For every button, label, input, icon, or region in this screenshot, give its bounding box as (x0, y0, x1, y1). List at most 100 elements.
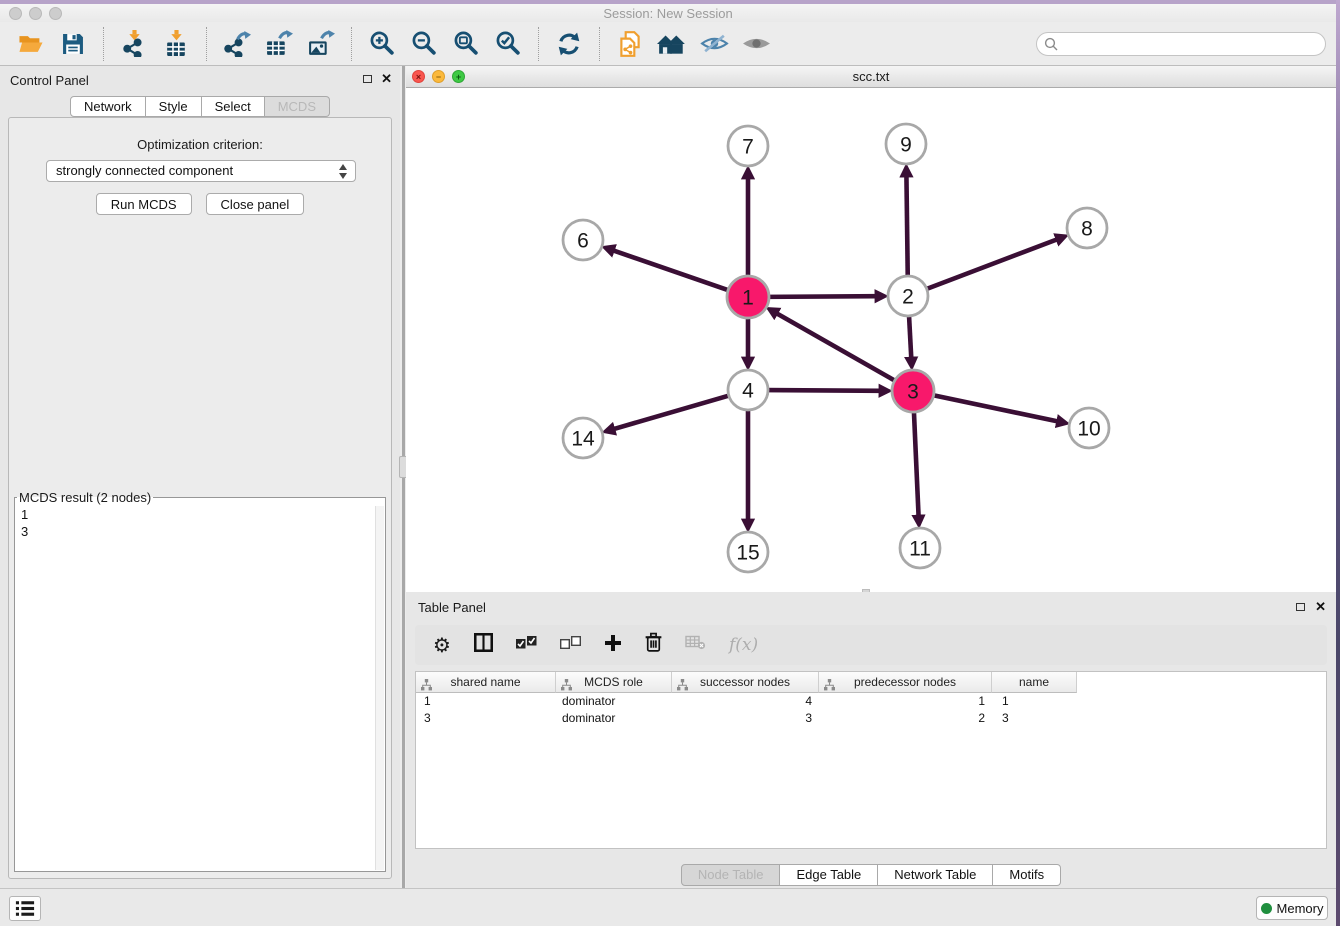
column-header-name[interactable]: name (992, 672, 1077, 693)
zoom-out-button[interactable] (407, 27, 441, 61)
edge-2-3[interactable] (909, 314, 911, 358)
search-icon (1044, 37, 1058, 51)
network-view-window: × − + scc.txt 7968124314101511 (406, 66, 1336, 592)
close-panel-icon[interactable]: ✕ (381, 72, 392, 85)
tab-network[interactable]: Network (70, 96, 146, 117)
zoom-fit-button[interactable] (449, 27, 483, 61)
tab-node-table[interactable]: Node Table (681, 864, 781, 886)
graph-node-label: 3 (907, 381, 919, 404)
criterion-select[interactable]: strongly connected component (46, 160, 356, 182)
open-file-button[interactable] (14, 27, 48, 61)
cell-mcds-role: dominator (556, 710, 672, 727)
hide-selected-button[interactable] (697, 27, 731, 61)
result-scrollbar[interactable] (375, 506, 384, 870)
zoom-in-button[interactable] (365, 27, 399, 61)
hierarchy-icon (561, 677, 572, 697)
eye-icon (742, 34, 771, 53)
export-network-icon (223, 30, 251, 57)
add-column-icon[interactable] (604, 634, 622, 657)
list-icon (15, 900, 35, 917)
toolbar-separator (599, 27, 600, 61)
mcds-result-line: 3 (21, 523, 385, 540)
mcds-result-title: MCDS result (2 nodes) (17, 490, 153, 505)
edge-2-9[interactable] (906, 176, 907, 278)
search-field (1036, 32, 1326, 56)
edge-4-14[interactable] (614, 395, 731, 429)
float-table-panel-icon[interactable] (1296, 603, 1305, 611)
graph-node-label: 4 (742, 380, 754, 403)
mcds-result-line: 1 (21, 506, 385, 523)
tab-mcds[interactable]: MCDS (265, 96, 330, 117)
table-header-row: shared name MCDS role successor nodes pr… (416, 672, 1326, 693)
show-all-networks-button[interactable] (655, 27, 689, 61)
export-network-button[interactable] (220, 27, 254, 61)
graph-node-label: 11 (909, 538, 931, 561)
tab-edge-table[interactable]: Edge Table (780, 864, 878, 886)
delete-table-icon (685, 635, 706, 655)
tab-motifs[interactable]: Motifs (993, 864, 1061, 886)
mcds-result-box: MCDS result (2 nodes) 1 3 (14, 490, 386, 872)
optimization-criterion-label: Optimization criterion: (9, 137, 391, 152)
refresh-icon (556, 31, 582, 57)
duplicate-network-button[interactable] (613, 27, 647, 61)
homes-icon (657, 32, 687, 55)
column-layout-icon[interactable] (474, 633, 493, 657)
toolbar-separator (538, 27, 539, 61)
column-header-shared-name[interactable]: shared name (416, 672, 556, 693)
graph-node-label: 10 (1077, 418, 1100, 441)
cell-shared-name: 3 (416, 710, 556, 727)
import-network-button[interactable] (117, 27, 151, 61)
edge-1-6[interactable] (613, 250, 730, 290)
edge-3-10[interactable] (932, 395, 1058, 422)
close-table-panel-icon[interactable]: ✕ (1315, 600, 1326, 613)
close-panel-button[interactable]: Close panel (206, 193, 305, 215)
column-header-predecessor-nodes[interactable]: predecessor nodes (819, 672, 992, 693)
hierarchy-icon (677, 677, 688, 697)
run-mcds-button[interactable]: Run MCDS (96, 193, 192, 215)
app-window: Session: New Session Control (0, 4, 1336, 926)
table-row[interactable]: 3 dominator 3 2 3 (416, 710, 1326, 727)
edge-2-8[interactable] (925, 239, 1057, 289)
save-icon (62, 33, 84, 55)
desktop-edge-top (0, 0, 1340, 4)
cell-successor-nodes: 3 (672, 710, 819, 727)
import-table-button[interactable] (159, 27, 193, 61)
export-table-button[interactable] (262, 27, 296, 61)
cell-mcds-role: dominator (556, 693, 672, 710)
float-panel-icon[interactable] (363, 75, 372, 83)
edge-4-3[interactable] (766, 390, 880, 391)
toolbar-separator (206, 27, 207, 61)
export-image-button[interactable] (304, 27, 338, 61)
column-header-successor-nodes[interactable]: successor nodes (672, 672, 819, 693)
save-session-button[interactable] (56, 27, 90, 61)
task-history-button[interactable] (9, 896, 41, 921)
edge-3-1[interactable] (777, 313, 897, 381)
zoom-fit-icon (453, 30, 480, 57)
memory-label: Memory (1277, 901, 1324, 916)
zoom-selected-button[interactable] (491, 27, 525, 61)
delete-column-icon[interactable] (645, 632, 662, 658)
table-settings-icon[interactable]: ⚙ (433, 635, 451, 655)
edge-1-2[interactable] (767, 296, 876, 297)
graph-node-label: 14 (571, 428, 595, 451)
tab-select[interactable]: Select (202, 96, 265, 117)
edge-3-11[interactable] (914, 410, 919, 516)
show-selected-button[interactable] (739, 27, 773, 61)
open-folder-icon (18, 33, 44, 54)
select-all-rows-icon[interactable] (516, 635, 537, 655)
zoom-out-icon (411, 30, 438, 57)
tab-network-table[interactable]: Network Table (878, 864, 993, 886)
column-header-mcds-role[interactable]: MCDS role (556, 672, 672, 693)
network-canvas[interactable]: 7968124314101511 (406, 88, 1336, 592)
deselect-all-rows-icon[interactable] (560, 635, 581, 655)
refresh-view-button[interactable] (552, 27, 586, 61)
tab-style[interactable]: Style (146, 96, 202, 117)
app-title: Session: New Session (0, 6, 1336, 21)
memory-button[interactable]: Memory (1256, 896, 1328, 920)
export-image-icon (307, 30, 335, 57)
graph-node-label: 7 (742, 136, 754, 159)
search-input[interactable] (1036, 32, 1326, 56)
toolbar-separator (103, 27, 104, 61)
mcds-panel: Optimization criterion: strongly connect… (8, 117, 392, 879)
table-row[interactable]: 1 dominator 4 1 1 (416, 693, 1326, 710)
